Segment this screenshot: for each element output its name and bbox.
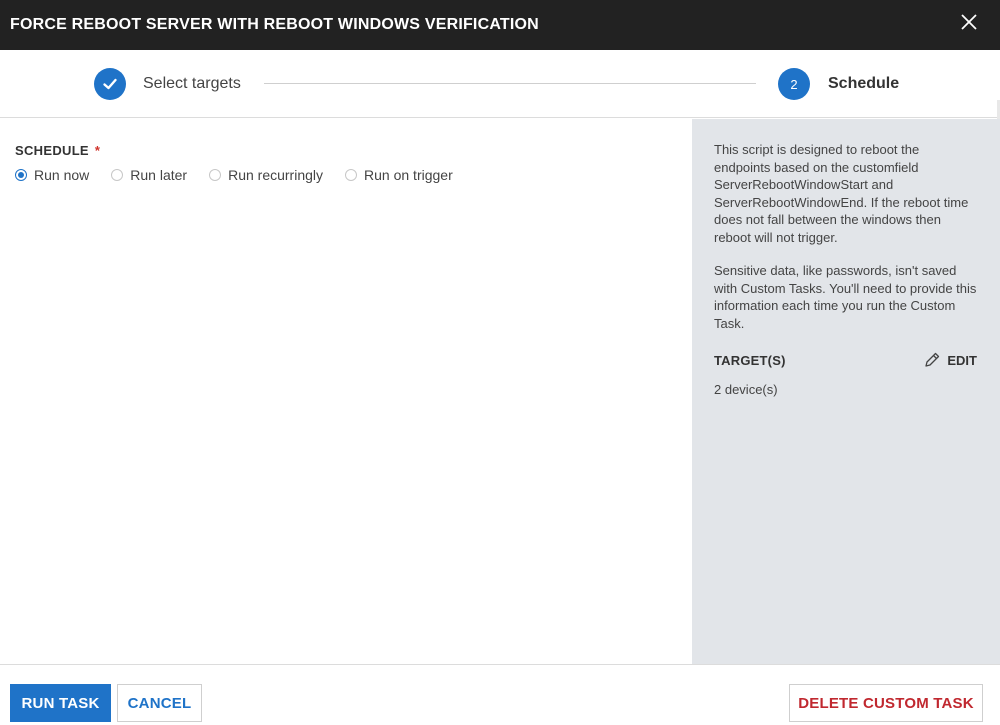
- delete-custom-task-button[interactable]: DELETE CUSTOM TASK: [789, 684, 983, 722]
- radio-button[interactable]: [111, 169, 124, 181]
- wizard-stepper: Select targets 2 Schedule: [0, 50, 1000, 168]
- radio-label: Run on trigger: [364, 167, 453, 183]
- required-mark: *: [94, 143, 101, 158]
- edit-targets-button[interactable]: EDIT: [923, 351, 977, 369]
- pencil-icon: [925, 352, 940, 367]
- radio-button[interactable]: [209, 169, 222, 181]
- step-number: 2: [790, 76, 798, 92]
- step-number-indicator: 2: [778, 68, 810, 100]
- check-icon: [103, 78, 117, 90]
- schedule-heading: SCHEDULE *: [15, 143, 100, 158]
- schedule-options: Run now Run later Run recurringly Run on…: [15, 167, 475, 183]
- radio-run-on-trigger[interactable]: Run on trigger: [345, 167, 453, 183]
- dialog-title: FORCE REBOOT SERVER WITH REBOOT WINDOWS …: [10, 16, 539, 33]
- targets-header: TARGET(S) EDIT: [714, 351, 977, 369]
- script-description: This script is designed to reboot the en…: [714, 142, 969, 245]
- radio-button[interactable]: [15, 169, 27, 181]
- sensitive-data-notice: Sensitive data, like passwords, isn't sa…: [714, 263, 977, 331]
- cancel-button[interactable]: CANCEL: [117, 684, 202, 722]
- step-completed-indicator[interactable]: [94, 68, 126, 100]
- radio-run-recurringly[interactable]: Run recurringly: [209, 167, 323, 183]
- schedule-panel: SCHEDULE * Run now Run later Run recurrin…: [0, 119, 692, 664]
- radio-run-now[interactable]: Run now: [15, 167, 89, 183]
- dialog-titlebar: FORCE REBOOT SERVER WITH REBOOT WINDOWS …: [0, 0, 1000, 50]
- run-task-button[interactable]: RUN TASK: [10, 684, 111, 722]
- close-icon[interactable]: [958, 11, 980, 33]
- dialog-footer: RUN TASK CANCEL DELETE CUSTOM TASK: [0, 664, 1000, 725]
- radio-run-later[interactable]: Run later: [111, 167, 187, 183]
- edit-label: EDIT: [947, 352, 977, 368]
- schedule-label: SCHEDULE: [15, 143, 89, 158]
- step-schedule: Schedule: [828, 75, 900, 92]
- targets-title: TARGET(S): [714, 352, 786, 368]
- step-connector: [264, 83, 756, 84]
- radio-button[interactable]: [345, 169, 358, 181]
- radio-label: Run recurringly: [228, 167, 324, 183]
- radio-label: Run now: [34, 167, 90, 183]
- info-sidebar: This script is designed to reboot the en…: [692, 119, 1000, 664]
- targets-count: 2 device(s): [714, 382, 778, 397]
- step-select-targets[interactable]: Select targets: [143, 75, 241, 93]
- radio-label: Run later: [130, 167, 188, 183]
